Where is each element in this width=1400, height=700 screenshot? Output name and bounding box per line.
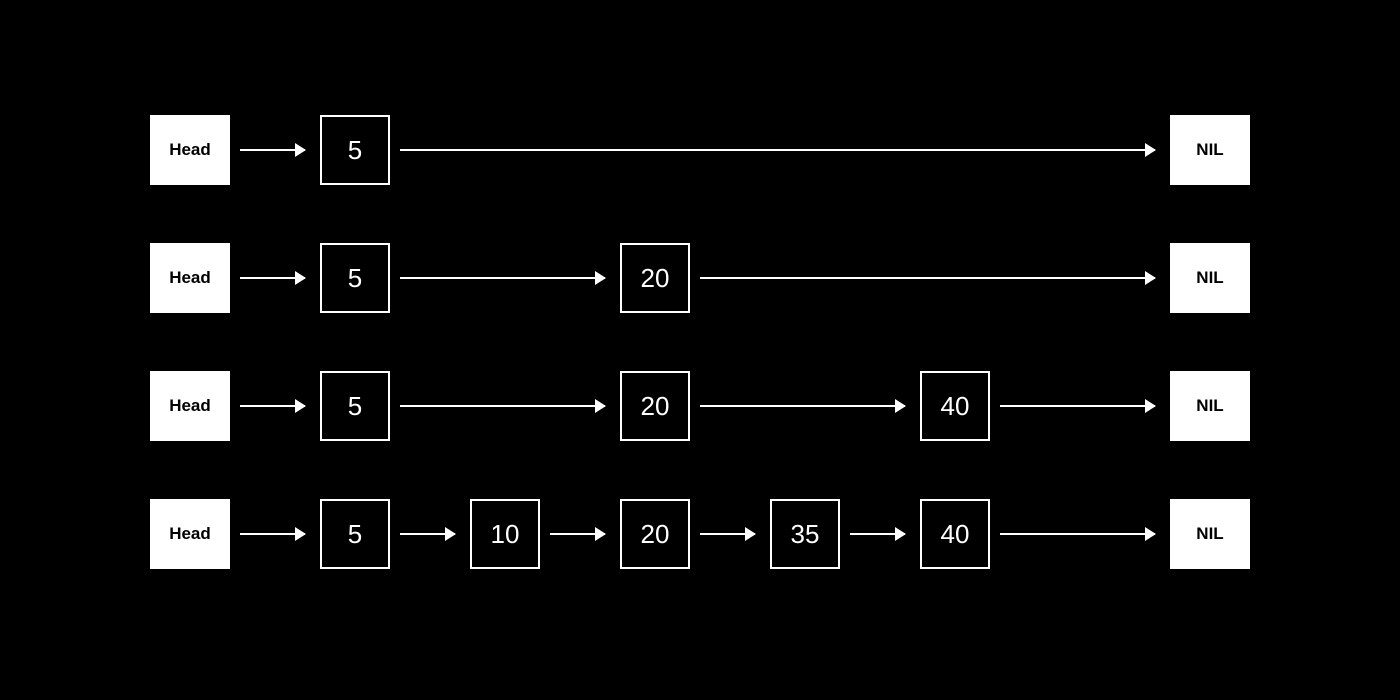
node-box: 5 bbox=[320, 499, 390, 569]
arrow-icon bbox=[400, 405, 605, 407]
arrow-icon bbox=[700, 277, 1155, 279]
arrow-icon bbox=[700, 405, 905, 407]
arrow-icon bbox=[700, 533, 755, 535]
arrow-icon bbox=[1000, 533, 1155, 535]
node-box: 35 bbox=[770, 499, 840, 569]
skip-list-level-1: Head 5 20 40 NIL bbox=[0, 371, 1400, 441]
nil-box: NIL bbox=[1170, 499, 1250, 569]
arrow-icon bbox=[400, 149, 1155, 151]
node-box: 5 bbox=[320, 371, 390, 441]
head-box: Head bbox=[150, 115, 230, 185]
arrow-icon bbox=[240, 405, 305, 407]
node-box: 5 bbox=[320, 115, 390, 185]
skip-list-level-0: Head 5 10 20 35 40 NIL bbox=[0, 499, 1400, 569]
arrow-icon bbox=[400, 277, 605, 279]
arrow-icon bbox=[240, 533, 305, 535]
node-box: 5 bbox=[320, 243, 390, 313]
node-box: 40 bbox=[920, 499, 990, 569]
arrow-icon bbox=[240, 277, 305, 279]
arrow-icon bbox=[850, 533, 905, 535]
nil-box: NIL bbox=[1170, 371, 1250, 441]
nil-box: NIL bbox=[1170, 243, 1250, 313]
arrow-icon bbox=[550, 533, 605, 535]
node-box: 10 bbox=[470, 499, 540, 569]
skip-list-level-3: Head 5 NIL bbox=[0, 115, 1400, 185]
node-box: 20 bbox=[620, 243, 690, 313]
nil-box: NIL bbox=[1170, 115, 1250, 185]
node-box: 20 bbox=[620, 499, 690, 569]
node-box: 40 bbox=[920, 371, 990, 441]
arrow-icon bbox=[240, 149, 305, 151]
arrow-icon bbox=[400, 533, 455, 535]
head-box: Head bbox=[150, 371, 230, 441]
node-box: 20 bbox=[620, 371, 690, 441]
arrow-icon bbox=[1000, 405, 1155, 407]
skip-list-level-2: Head 5 20 NIL bbox=[0, 243, 1400, 313]
head-box: Head bbox=[150, 243, 230, 313]
head-box: Head bbox=[150, 499, 230, 569]
